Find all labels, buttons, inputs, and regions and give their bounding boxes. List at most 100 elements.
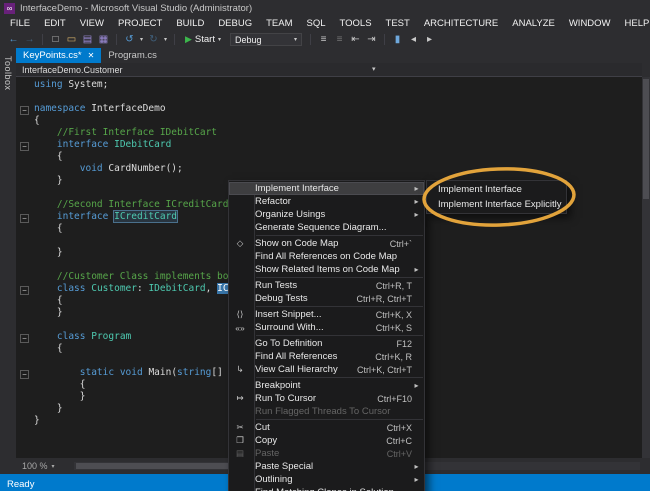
uncomment-icon[interactable]: ≡ xyxy=(332,32,347,47)
menu-item-insert-snippet[interactable]: ⟨⟩Insert Snippet...Ctrl+K, X xyxy=(229,308,424,321)
menu-item-label: Organize Usings xyxy=(251,209,406,220)
toolbox-strip[interactable]: Toolbox xyxy=(0,48,16,474)
navigation-bar[interactable]: InterfaceDemo.Customer ▾ xyxy=(16,63,642,77)
previous-bookmark-icon[interactable]: ◂ xyxy=(406,32,421,47)
save-all-icon[interactable]: ▦ xyxy=(96,32,111,47)
menu-window[interactable]: WINDOW xyxy=(562,16,618,31)
menu-item-label: Copy xyxy=(251,435,380,446)
menu-view[interactable]: VIEW xyxy=(73,16,111,31)
menu-item-organize-usings[interactable]: Organize Usings▸ xyxy=(229,208,424,221)
menu-tools[interactable]: TOOLS xyxy=(333,16,379,31)
menu-architecture[interactable]: ARCHITECTURE xyxy=(417,16,505,31)
fold-collapse-icon[interactable]: − xyxy=(20,214,29,223)
code-line[interactable]: using System; xyxy=(16,79,642,91)
menu-separator xyxy=(256,419,423,420)
undo-icon-dropdown[interactable]: ▾ xyxy=(138,36,145,43)
code-line[interactable]: void CardNumber(); xyxy=(16,163,642,175)
menu-sql[interactable]: SQL xyxy=(300,16,333,31)
menu-item-label: Refactor xyxy=(251,196,406,207)
menu-item-label: Implement Interface xyxy=(251,183,406,194)
menu-item-surround-with[interactable]: «»Surround With...Ctrl+K, S xyxy=(229,321,424,334)
code-text: } xyxy=(34,391,85,403)
toggle-bookmark-icon[interactable]: ▮ xyxy=(390,32,405,47)
submenu-item-implement-interface-explicitly[interactable]: Implement Interface Explicitly xyxy=(427,197,566,212)
code-line[interactable]: − interface IDebitCard xyxy=(16,139,642,151)
menu-item-shortcut: Ctrl+R, Ctrl+T xyxy=(356,294,412,304)
submenu-arrow-icon: ▸ xyxy=(412,475,421,484)
vertical-scrollbar-thumb[interactable] xyxy=(643,79,649,199)
fold-margin xyxy=(16,307,34,319)
menu-item-find-all-references-on-code-map[interactable]: Find All References on Code Map xyxy=(229,250,424,263)
fold-collapse-icon[interactable]: − xyxy=(20,334,29,343)
menu-item-paste-special[interactable]: Paste Special▸ xyxy=(229,460,424,473)
menu-item-generate-sequence-diagram[interactable]: Generate Sequence Diagram... xyxy=(229,221,424,234)
comment-icon[interactable]: ≡ xyxy=(316,32,331,47)
save-icon[interactable]: ▤ xyxy=(80,32,95,47)
menu-analyze[interactable]: ANALYZE xyxy=(505,16,562,31)
menu-edit[interactable]: EDIT xyxy=(37,16,73,31)
open-file-icon[interactable]: ▭ xyxy=(64,32,79,47)
fold-margin xyxy=(16,319,34,331)
navigate-forward-icon[interactable]: → xyxy=(22,32,37,47)
toolbar-separator xyxy=(42,34,43,45)
menu-item-find-all-references[interactable]: Find All ReferencesCtrl+K, R xyxy=(229,350,424,363)
menu-item-outlining[interactable]: Outlining▸ xyxy=(229,473,424,486)
menu-item-show-on-code-map[interactable]: ◇Show on Code MapCtrl+` xyxy=(229,237,424,250)
redo-icon[interactable]: ↻ xyxy=(146,32,161,47)
new-file-icon[interactable]: □ xyxy=(48,32,63,47)
fold-collapse-icon[interactable]: − xyxy=(20,370,29,379)
menu-item-find-matching-clones-in-solution[interactable]: Find Matching Clones in Solution xyxy=(229,486,424,491)
menu-item-run-tests[interactable]: Run TestsCtrl+R, T xyxy=(229,279,424,292)
close-icon[interactable]: ✕ xyxy=(88,52,95,60)
fold-collapse-icon[interactable]: − xyxy=(20,286,29,295)
menu-item-cut[interactable]: ✂CutCtrl+X xyxy=(229,421,424,434)
start-label: Start xyxy=(195,34,215,45)
code-line[interactable]: { xyxy=(16,115,642,127)
tab-program-cs[interactable]: Program.cs xyxy=(101,48,164,63)
menu-item-view-call-hierarchy[interactable]: ↳View Call HierarchyCtrl+K, Ctrl+T xyxy=(229,363,424,376)
code-line[interactable]: { xyxy=(16,151,642,163)
code-text: { xyxy=(34,379,85,391)
menu-item-refactor[interactable]: Refactor▸ xyxy=(229,195,424,208)
fold-margin xyxy=(16,403,34,415)
vertical-scrollbar[interactable] xyxy=(642,77,650,458)
chevron-down-icon[interactable]: ▾ xyxy=(372,63,376,77)
fold-margin xyxy=(16,115,34,127)
menu-project[interactable]: PROJECT xyxy=(111,16,169,31)
undo-icon[interactable]: ↺ xyxy=(122,32,137,47)
menu-build[interactable]: BUILD xyxy=(169,16,211,31)
run-to-cursor-icon: ↦ xyxy=(229,393,251,404)
menu-test[interactable]: TEST xyxy=(379,16,417,31)
menu-help[interactable]: HELP xyxy=(618,16,650,31)
menu-item-implement-interface[interactable]: Implement Interface▸ xyxy=(229,182,424,195)
code-line[interactable]: −namespace InterfaceDemo xyxy=(16,103,642,115)
menu-item-debug-tests[interactable]: Debug TestsCtrl+R, Ctrl+T xyxy=(229,292,424,305)
submenu-item-implement-interface[interactable]: Implement Interface xyxy=(427,182,566,197)
decrease-indent-icon[interactable]: ⇤ xyxy=(348,32,363,47)
menu-item-breakpoint[interactable]: Breakpoint▸ xyxy=(229,379,424,392)
fold-margin xyxy=(16,151,34,163)
code-line[interactable] xyxy=(16,91,642,103)
menu-item-show-related-items-on-code-map[interactable]: Show Related Items on Code Map▸ xyxy=(229,263,424,276)
menu-item-copy[interactable]: ❐CopyCtrl+C xyxy=(229,434,424,447)
start-debug-button[interactable]: ▶Start▾ xyxy=(180,34,226,45)
menu-item-label: Find All References on Code Map xyxy=(251,251,406,262)
zoom-control[interactable]: 100 % ▾ xyxy=(16,461,74,471)
navigate-backward-icon[interactable]: ← xyxy=(6,32,21,47)
code-line[interactable]: //First Interface IDebitCart xyxy=(16,127,642,139)
menu-item-label: Paste Special xyxy=(251,461,406,472)
next-bookmark-icon[interactable]: ▸ xyxy=(422,32,437,47)
fold-collapse-icon[interactable]: − xyxy=(20,106,29,115)
increase-indent-icon[interactable]: ⇥ xyxy=(364,32,379,47)
menu-item-run-to-cursor[interactable]: ↦Run To CursorCtrl+F10 xyxy=(229,392,424,405)
solution-configuration-dropdown[interactable]: Debug▾ xyxy=(230,33,302,46)
fold-margin xyxy=(16,127,34,139)
menu-debug[interactable]: DEBUG xyxy=(211,16,259,31)
redo-icon-dropdown[interactable]: ▾ xyxy=(162,36,169,43)
menu-file[interactable]: FILE xyxy=(3,16,37,31)
fold-collapse-icon[interactable]: − xyxy=(20,142,29,151)
menu-item-go-to-definition[interactable]: Go To DefinitionF12 xyxy=(229,337,424,350)
menu-team[interactable]: TEAM xyxy=(259,16,299,31)
menu-item-shortcut: F12 xyxy=(396,339,412,349)
tab-keypoints-cs[interactable]: KeyPoints.cs*✕ xyxy=(16,48,101,63)
